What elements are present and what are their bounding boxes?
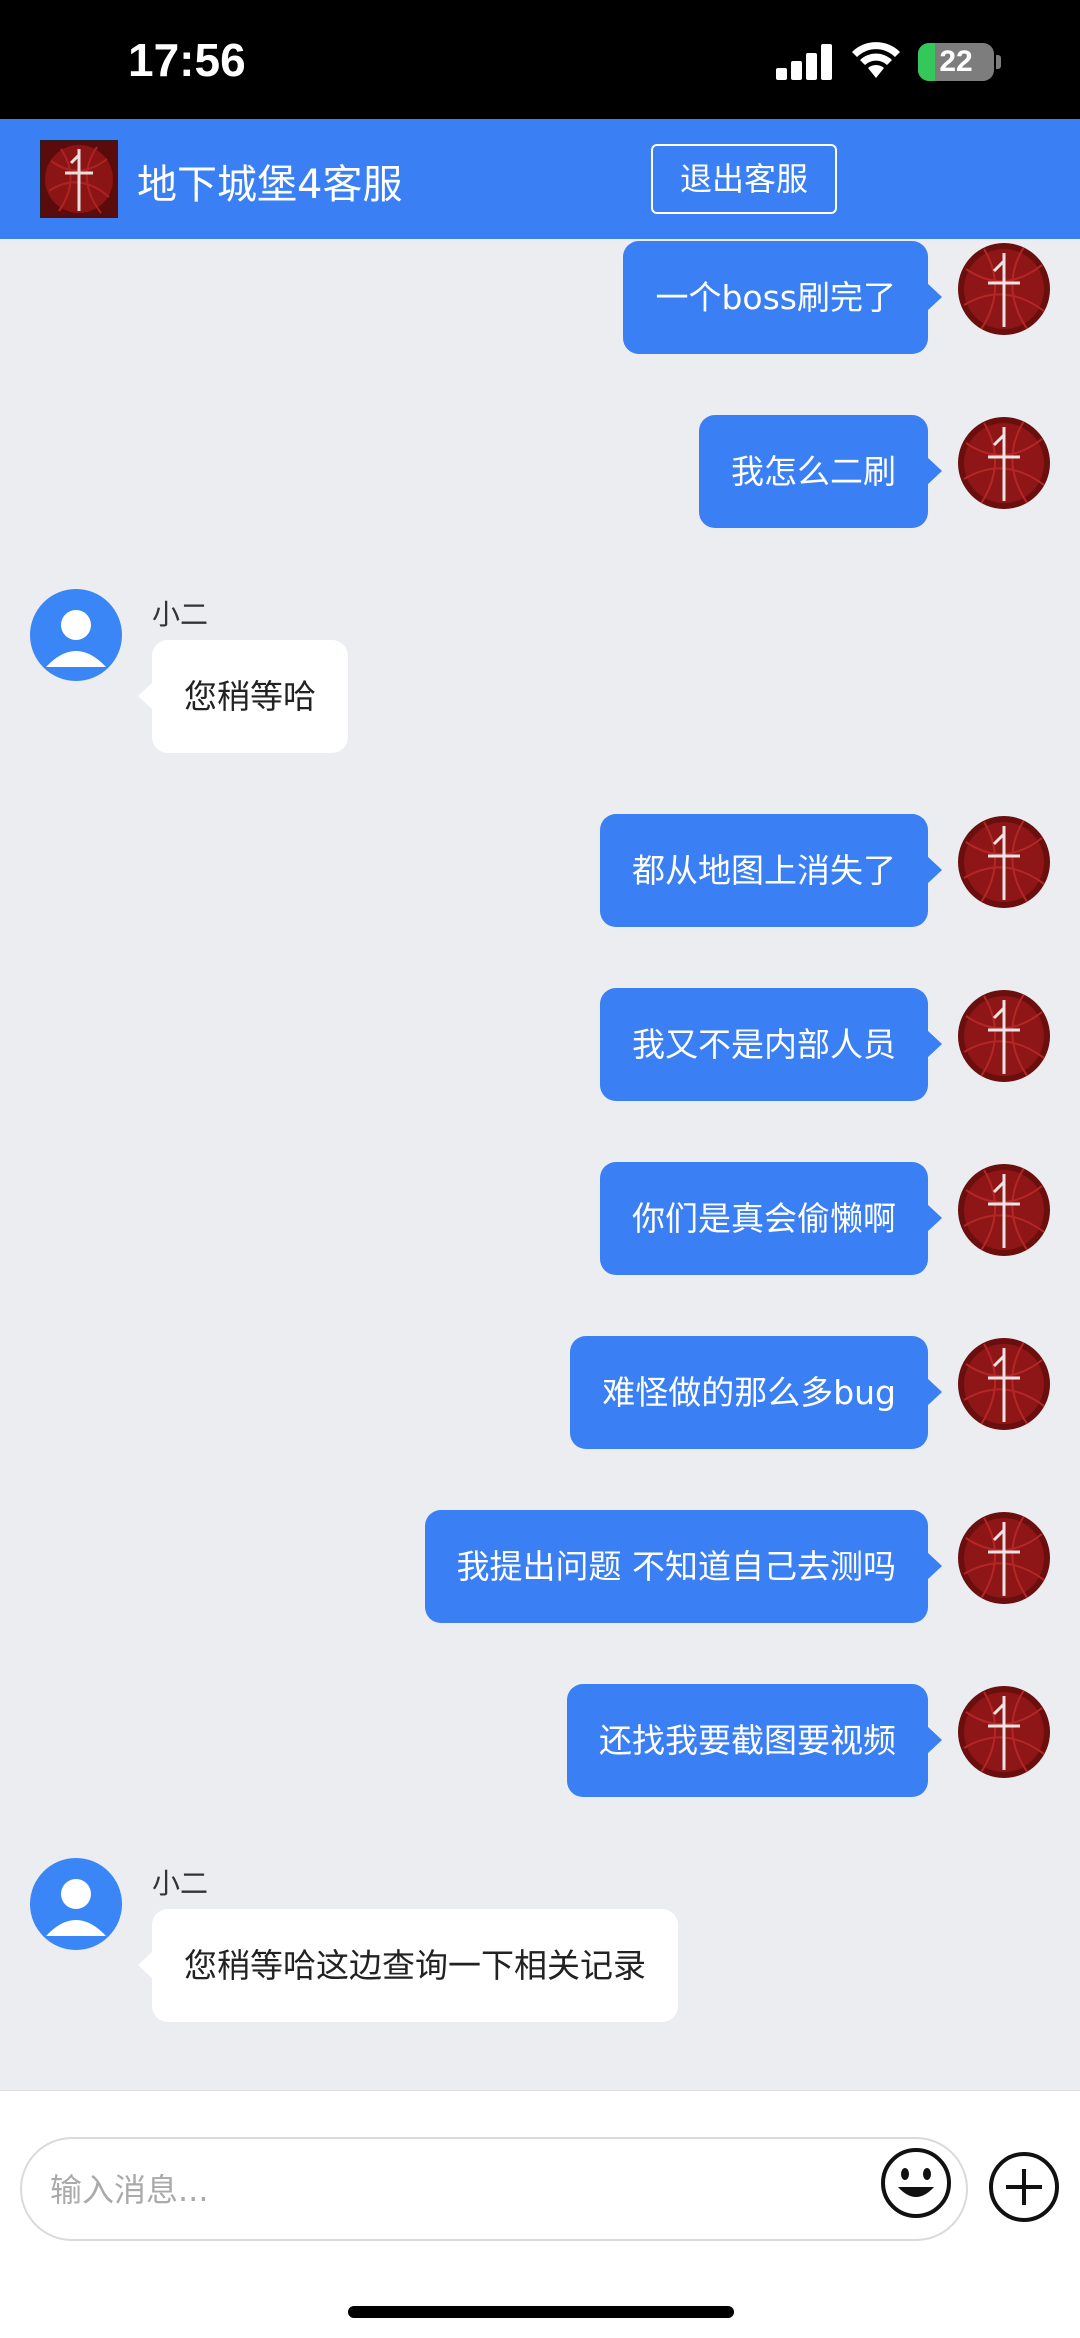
message-input-container[interactable] (20, 2137, 968, 2241)
sender-name: 小二 (152, 1867, 209, 1900)
user-avatar[interactable] (958, 816, 1050, 908)
user-avatar[interactable] (958, 417, 1050, 509)
person-icon (46, 1879, 106, 1936)
message-bubble[interactable]: 一个boss刷完了 (623, 241, 942, 354)
message-bubble[interactable]: 您稍等哈 (138, 640, 348, 753)
message-composer (0, 2090, 1080, 2338)
message-bubble[interactable]: 都从地图上消失了 (600, 814, 942, 927)
user-avatar[interactable] (958, 990, 1050, 1082)
person-icon (46, 610, 106, 667)
message-bubble[interactable]: 我又不是内部人员 (600, 988, 942, 1101)
game-logo-icon (958, 1164, 1050, 1256)
message-input[interactable] (48, 2159, 872, 2221)
user-avatar[interactable] (958, 1164, 1050, 1256)
game-logo-icon (958, 816, 1050, 908)
game-logo-icon (958, 990, 1050, 1082)
user-avatar[interactable] (958, 1338, 1050, 1430)
wifi-icon (852, 42, 900, 78)
battery-level-text: 22 (939, 45, 973, 78)
game-logo-icon (40, 140, 118, 218)
game-logo-icon (958, 1686, 1050, 1778)
game-logo-icon (958, 243, 1050, 335)
chat-messages[interactable]: 一个boss刷完了 我怎么二刷 小二 您稍等哈 都从地图上消失了 我又不是内部人… (0, 239, 1080, 2089)
user-avatar[interactable] (958, 243, 1050, 335)
agent-avatar[interactable] (30, 589, 122, 681)
message-bubble[interactable]: 还找我要截图要视频 (567, 1684, 942, 1797)
status-time: 17:56 (128, 34, 246, 86)
status-bar: 17:56 22 (0, 0, 1080, 119)
page-title: 地下城堡4客服 (137, 162, 403, 208)
cellular-signal-icon (776, 44, 832, 80)
exit-support-button[interactable]: 退出客服 (651, 144, 837, 214)
battery-icon: 22 (918, 43, 994, 81)
battery-tip (996, 55, 1001, 69)
game-logo-icon (958, 417, 1050, 509)
message-bubble[interactable]: 你们是真会偷懒啊 (600, 1162, 942, 1275)
user-avatar[interactable] (958, 1686, 1050, 1778)
message-bubble[interactable]: 难怪做的那么多bug (570, 1336, 942, 1449)
message-bubble[interactable]: 我提出问题 不知道自己去测吗 (424, 1510, 942, 1623)
user-avatar[interactable] (958, 1512, 1050, 1604)
message-bubble[interactable]: 我怎么二刷 (699, 415, 942, 528)
chat-header: 地下城堡4客服 退出客服 (0, 119, 1080, 239)
smiley-icon[interactable] (880, 2147, 952, 2219)
plus-circle-icon[interactable] (988, 2151, 1060, 2223)
game-logo-icon (958, 1338, 1050, 1430)
sender-name: 小二 (152, 598, 209, 631)
home-indicator[interactable] (348, 2306, 734, 2318)
message-bubble[interactable]: 您稍等哈这边查询一下相关记录 (138, 1909, 678, 2022)
agent-avatar[interactable] (30, 1858, 122, 1950)
game-logo-icon (958, 1512, 1050, 1604)
